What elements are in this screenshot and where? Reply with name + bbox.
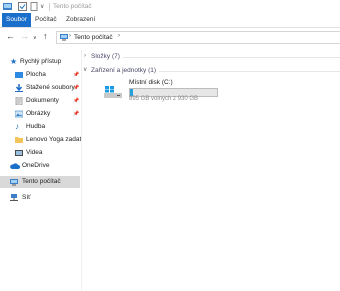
tab-soubor[interactable]: Soubor [2, 13, 31, 27]
breadcrumb-chevron-icon[interactable]: › [118, 33, 120, 39]
sidebar-item-onedrive[interactable]: OneDrive [0, 160, 80, 172]
navigation-pane: ★ Rychlý přístup Plocha 📌 Stažené soubor… [0, 50, 81, 291]
ribbon: Soubor Počítač Zobrazení [0, 13, 340, 28]
sidebar-item-lenovo-yoga-zadat[interactable]: Lenovo Yoga zadat [0, 134, 82, 146]
videos-icon [15, 150, 23, 156]
drive-name: Místní disk (C:) [129, 79, 173, 86]
sidebar-item-stazene-soubory[interactable]: Stažené soubory 📌 [0, 82, 80, 94]
recent-locations-icon[interactable]: ∨ [33, 34, 37, 43]
up-icon[interactable]: ↑ [43, 32, 48, 41]
sidebar-item-label: Tento počítač [22, 178, 61, 185]
chevron-down-icon[interactable]: ∨ [83, 66, 87, 73]
windows-drive-icon [104, 86, 122, 98]
star-icon: ★ [10, 57, 18, 66]
sidebar-item-hudba[interactable]: ♪ Hudba [0, 121, 80, 133]
download-icon [15, 84, 23, 92]
this-pc-icon [60, 34, 68, 43]
group-divider [159, 71, 340, 72]
drive-free-space: 895 GB volných z 930 GB [129, 96, 199, 102]
quick-access-toolbar-dropdown-icon[interactable]: ∨ [40, 3, 44, 10]
pin-icon[interactable]: 📌 [73, 108, 79, 120]
sidebar-item-plocha[interactable]: Plocha 📌 [0, 69, 80, 81]
this-pc-icon [10, 179, 18, 186]
sidebar-item-dokumenty[interactable]: Dokumenty 📌 [0, 95, 80, 107]
properties-icon[interactable] [18, 2, 27, 13]
back-icon[interactable]: ← [6, 32, 15, 41]
title-bar: ∨ Tento počítač [0, 0, 340, 13]
window-title: Tento počítač [53, 3, 92, 10]
tab-zobrazeni[interactable]: Zobrazení [66, 13, 95, 27]
chevron-right-icon[interactable]: › [84, 53, 86, 59]
pin-icon[interactable]: 📌 [73, 95, 79, 107]
pictures-icon [15, 110, 23, 118]
sidebar-item-obrazky[interactable]: Obrázky 📌 [0, 108, 80, 120]
group-divider [123, 57, 340, 58]
sidebar-item-quick-access[interactable]: ★ Rychlý přístup [0, 56, 80, 68]
pin-icon[interactable]: 📌 [73, 82, 79, 94]
network-icon [10, 194, 18, 201]
forward-icon[interactable]: → [20, 32, 29, 41]
sidebar-item-label: Plocha [26, 71, 46, 78]
documents-icon [15, 97, 23, 105]
pane-divider[interactable] [81, 50, 82, 291]
sidebar-item-label: Hudba [26, 123, 46, 130]
sidebar-item-label: Videa [26, 149, 43, 156]
sidebar-item-sit[interactable]: Síť [0, 192, 80, 204]
tab-pocitac[interactable]: Počítač [35, 13, 57, 27]
desktop-icon [15, 72, 23, 78]
music-icon: ♪ [15, 122, 19, 131]
sidebar-item-label: Stažené soubory [26, 84, 75, 91]
sidebar-item-label: Dokumenty [26, 97, 59, 104]
explorer-icon [3, 2, 12, 13]
title-separator [49, 3, 50, 11]
address-box[interactable]: › Tento počítač › [56, 31, 340, 44]
devices-group-header[interactable]: Zařízení a jednotky (1) [91, 67, 156, 74]
breadcrumb-chevron-icon: › [69, 33, 71, 39]
sidebar-item-tento-pocitac[interactable]: Tento počítač [0, 176, 80, 188]
sidebar-item-label: Rychlý přístup [20, 58, 62, 65]
cloud-icon [10, 163, 20, 169]
pin-icon[interactable]: 📌 [73, 69, 79, 81]
navigation-bar: ← → ∨ ↑ › Tento počítač › [0, 28, 340, 45]
sidebar-item-label: Síť [22, 194, 31, 201]
drive-usage-fill [130, 89, 134, 96]
sidebar-item-label: Obrázky [26, 110, 51, 117]
sidebar-item-label: OneDrive [22, 162, 50, 169]
sidebar-item-videa[interactable]: Videa [0, 147, 80, 159]
folder-icon [15, 137, 23, 143]
new-folder-icon[interactable] [30, 2, 38, 13]
address-path: Tento počítač [74, 34, 113, 41]
sidebar-item-label: Lenovo Yoga zadat [26, 136, 82, 143]
folders-group-header[interactable]: Složky (7) [91, 53, 120, 60]
